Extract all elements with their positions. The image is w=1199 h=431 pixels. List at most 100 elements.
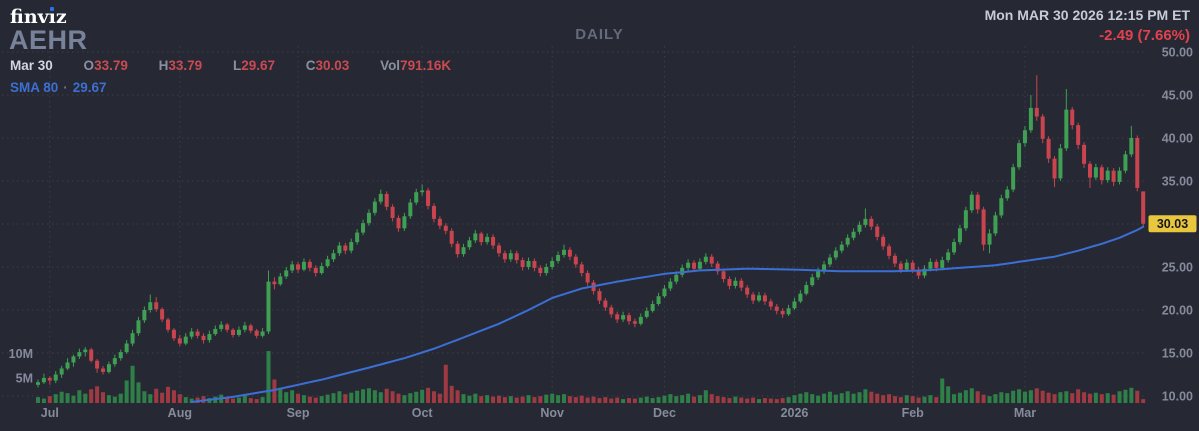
candle-body-up: [662, 289, 666, 297]
volume-bar: [893, 396, 897, 403]
volume-bar: [178, 394, 182, 403]
price-tick-label: 15.00: [1162, 347, 1193, 361]
candle-body-down: [586, 273, 590, 282]
volume-bar: [905, 395, 909, 403]
candle-body-down: [1088, 164, 1092, 178]
candle-body-down: [763, 295, 767, 301]
candle-body-up: [562, 250, 566, 255]
candle-body-up: [60, 368, 64, 374]
candle-body-down: [1076, 125, 1080, 145]
candle-body-down: [893, 256, 897, 264]
candle-body-up: [326, 259, 330, 266]
price-badge-value: 30.03: [1157, 217, 1188, 231]
ohlc-readout: Mar 30 O33.79 H33.79 L29.67 C30.03 Vol79…: [10, 58, 478, 73]
volume-bar: [680, 395, 684, 403]
candlesticks[interactable]: [36, 75, 1145, 387]
candle-body-up: [798, 294, 802, 302]
volume-bar: [834, 395, 838, 403]
month-label: Feb: [902, 406, 925, 420]
candle-body-up: [1094, 167, 1098, 177]
candle-body-down: [609, 307, 613, 314]
volume-bar: [621, 399, 625, 403]
candle-body-down: [727, 279, 731, 286]
candle-body-up: [674, 275, 678, 282]
candle-body-up: [379, 194, 383, 202]
candle-body-up: [1017, 143, 1021, 167]
candle-body-up: [509, 253, 513, 259]
volume-bar: [988, 396, 992, 403]
candle-body-down: [722, 271, 726, 279]
candle-body-up: [964, 210, 968, 228]
candle-body-up: [473, 233, 477, 240]
candle-body-down: [1047, 139, 1051, 159]
logo-blue-dot: [50, 7, 54, 11]
volume-bar: [1112, 395, 1116, 403]
candle-body-down: [491, 237, 495, 246]
sma-label: SMA 80: [10, 80, 58, 95]
volume-bar: [668, 394, 672, 403]
month-label: 2026: [781, 406, 809, 420]
volume-bar: [828, 392, 832, 403]
volume-bar: [83, 394, 87, 403]
volume-bar: [544, 395, 548, 403]
candle-body-up: [237, 330, 241, 335]
volume-bar: [89, 389, 93, 403]
candle-body-down: [574, 257, 578, 265]
volume-bar: [940, 379, 944, 404]
volume-bar: [420, 390, 424, 403]
volume-bar: [934, 397, 938, 403]
volume-bar: [119, 394, 123, 403]
volume-bar: [302, 395, 306, 403]
candle-body-up: [219, 325, 223, 329]
candle-body-up: [999, 198, 1003, 215]
volume-bar: [485, 395, 489, 403]
price-tick-label: 10.00: [1162, 390, 1193, 404]
candle-body-up: [704, 257, 708, 262]
candle-body-up: [846, 238, 850, 245]
candle-body-up: [946, 252, 950, 260]
volume-bar: [704, 390, 708, 403]
volume-bar: [976, 391, 980, 403]
candle-body-down: [249, 325, 253, 330]
candle-body-up: [77, 352, 81, 356]
candle-body-up: [527, 261, 531, 267]
candle-body-up: [1058, 148, 1062, 178]
candle-body-up: [207, 334, 211, 340]
volume-bar: [95, 386, 99, 403]
volume-bar: [1070, 393, 1074, 403]
candle-body-up: [462, 247, 466, 254]
candle-body-down: [456, 244, 460, 254]
volume-bar: [651, 398, 655, 403]
volume-bar: [379, 392, 383, 403]
volume-bar: [733, 397, 737, 403]
volume-bar: [1123, 390, 1127, 403]
volume-bar: [1106, 393, 1110, 403]
volume-bar: [491, 397, 495, 403]
candle-body-down: [272, 282, 276, 285]
candle-body-up: [840, 245, 844, 251]
candle-body-up: [284, 270, 288, 276]
volume-bar: [48, 396, 52, 403]
volume-bar: [231, 399, 235, 403]
volume-bar: [751, 398, 755, 403]
volume-bar: [255, 399, 259, 403]
volume-bars[interactable]: [36, 351, 1145, 403]
candle-body-up: [349, 242, 353, 251]
candle-body-down: [225, 325, 229, 330]
volume-bar: [970, 388, 974, 403]
candle-body-up: [1005, 190, 1009, 199]
sma80-line: [192, 227, 1143, 402]
volume-bar: [698, 395, 702, 403]
candle-body-up: [367, 213, 371, 223]
month-gridlines: [50, 46, 1025, 404]
volume-axis-labels: 10M5M: [9, 347, 33, 386]
candle-body-down: [532, 261, 536, 268]
candle-body-up: [852, 232, 856, 238]
quote-low: L29.67: [233, 58, 275, 73]
volume-bar: [609, 399, 613, 403]
candle-body-up: [828, 258, 832, 265]
candle-body-up: [733, 281, 737, 286]
candle-body-down: [201, 336, 205, 340]
volume-bar: [804, 392, 808, 403]
candle-body-up: [787, 308, 791, 314]
